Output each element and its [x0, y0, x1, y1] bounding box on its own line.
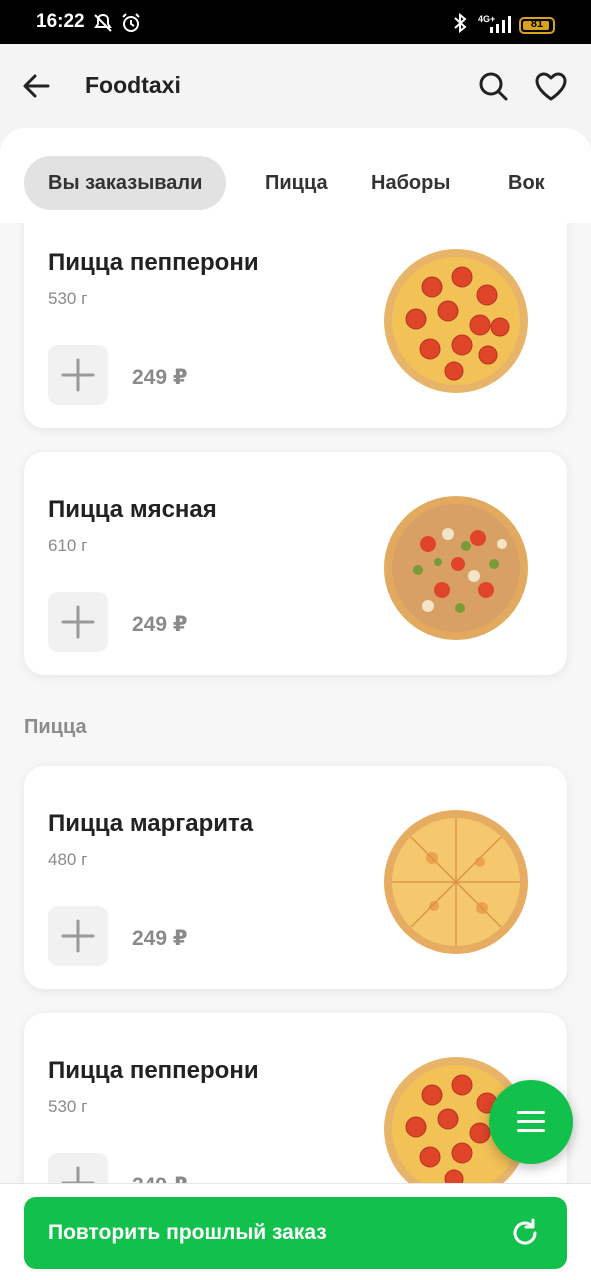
- category-tabs: Вы заказывали Пицца Наборы Вок: [0, 128, 591, 223]
- add-to-cart-button[interactable]: [48, 345, 108, 405]
- product-weight: 480 г: [48, 850, 88, 869]
- product-price: 249 ₽: [132, 366, 188, 389]
- product-card[interactable]: Пицца пепперони 530 г 249 ₽: [24, 205, 567, 428]
- add-to-cart-button[interactable]: [48, 906, 108, 966]
- arrow-left-icon[interactable]: [18, 68, 54, 104]
- tab-ordered[interactable]: Вы заказывали: [24, 156, 227, 210]
- heart-icon[interactable]: [533, 68, 569, 104]
- product-name: Пицца пепперони: [48, 249, 259, 276]
- mute-icon: [92, 12, 114, 39]
- product-price: 249 ₽: [132, 613, 188, 636]
- product-name: Пицца пепперони: [48, 1057, 259, 1084]
- product-card[interactable]: Пицца мясная 610 г 249 ₽: [24, 452, 567, 675]
- product-weight: 530 г: [48, 1097, 88, 1116]
- section-title-pizza: Пицца: [24, 716, 87, 738]
- alarm-icon: [120, 12, 142, 39]
- tab-wok[interactable]: Вок: [508, 156, 545, 210]
- app-title: Foodtaxi: [85, 72, 181, 98]
- battery-level: 81: [530, 18, 544, 30]
- tab-sets[interactable]: Наборы: [371, 156, 450, 210]
- product-name: Пицца мясная: [48, 496, 217, 523]
- add-to-cart-button[interactable]: [48, 592, 108, 652]
- refresh-icon: [509, 1217, 541, 1249]
- bottom-bar: Повторить прошлый заказ: [0, 1183, 591, 1280]
- battery-icon: 81: [519, 17, 555, 34]
- tab-pizza[interactable]: Пицца: [265, 156, 328, 210]
- product-name: Пицца маргарита: [48, 810, 254, 837]
- pizza-pepperoni-image: [382, 247, 530, 395]
- pizza-meat-image: [382, 494, 530, 642]
- repeat-order-label: Повторить прошлый заказ: [48, 1221, 327, 1244]
- product-weight: 530 г: [48, 289, 88, 308]
- status-time: 16:22: [36, 11, 85, 32]
- product-weight: 610 г: [48, 536, 88, 555]
- search-icon[interactable]: [475, 68, 511, 104]
- bluetooth-icon: [452, 12, 468, 39]
- product-price: 249 ₽: [132, 927, 188, 950]
- menu-fab-button[interactable]: [489, 1080, 573, 1164]
- repeat-order-button[interactable]: Повторить прошлый заказ: [24, 1197, 567, 1269]
- app-bar: Foodtaxi: [0, 44, 591, 128]
- pizza-margarita-image: [382, 808, 530, 956]
- signal-icon: [488, 14, 512, 39]
- product-card[interactable]: Пицца маргарита 480 г 249 ₽: [24, 766, 567, 989]
- status-bar: 16:22 4G+ 81: [0, 0, 591, 44]
